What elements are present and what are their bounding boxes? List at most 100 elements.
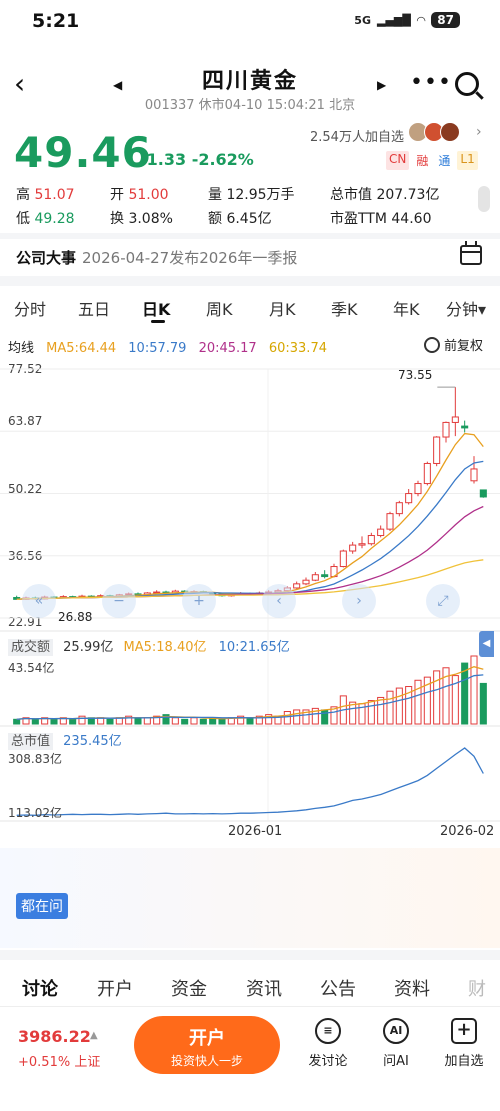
candle-body (339, 550, 347, 568)
tab-news[interactable]: 资讯 (246, 975, 282, 1001)
volume-bar (69, 718, 77, 725)
tab-funds[interactable]: 资金 (171, 975, 207, 1001)
ask-ai-button[interactable]: AI 问AI (366, 1018, 426, 1069)
kline-chart[interactable] (0, 356, 500, 826)
follower-avatars[interactable] (408, 122, 460, 142)
open-account-button[interactable]: 开户 投资快人一步 (134, 1016, 280, 1074)
tab-finance[interactable]: 财务 (468, 975, 500, 1003)
more-icon[interactable]: ••• (410, 70, 452, 95)
tab-monthly[interactable]: 月K (269, 296, 296, 320)
stat-mcap: 总市值 207.73亿 (330, 187, 440, 203)
volume-bar (106, 718, 114, 725)
volume-bar (50, 718, 58, 725)
candle-body (433, 436, 441, 464)
add-favorite-label: 加自选 (444, 1054, 484, 1069)
volume-bar (367, 700, 375, 725)
tab-profile[interactable]: 资料 (394, 975, 430, 1001)
tag-margin: 融 (416, 154, 429, 168)
stat-pe: 市盈TTM 44.60 (330, 211, 432, 227)
tab-daily[interactable]: 日K (142, 296, 170, 320)
status-bar: 5:21 5G ▂▄▆█ ◠ 87 (0, 0, 500, 46)
current-price: 49.46 (14, 128, 152, 177)
zoom-out-icon[interactable]: − (102, 584, 136, 618)
zoom-in-icon[interactable]: + (182, 584, 216, 618)
tab-account[interactable]: 开户 (97, 975, 133, 1001)
volume-bar (190, 717, 198, 725)
adjust-toggle[interactable]: 前复权 (424, 335, 483, 354)
next-stock-icon[interactable]: ▶ (377, 78, 386, 92)
company-event[interactable]: 公司大事 2026-04-27发布2026年一季报 (16, 247, 297, 268)
candle-body (386, 513, 394, 530)
stat-amount: 额 6.45亿 (208, 211, 272, 227)
candle-body (377, 528, 385, 537)
post-button[interactable]: ≡ 发讨论 (298, 1018, 358, 1069)
rewind-icon[interactable]: « (22, 584, 56, 618)
candle-body (414, 483, 422, 495)
volume-bar (377, 696, 385, 725)
candle-body (461, 425, 469, 429)
calendar-icon[interactable] (460, 241, 482, 265)
chevron-right-icon[interactable]: › (476, 124, 482, 140)
volume-bar (181, 718, 189, 725)
ma5-line (16, 432, 484, 601)
volume-header: 成交额 25.99亿 MA5:18.40亿 10:21.65亿 (8, 636, 290, 656)
candle-body (153, 591, 161, 594)
scroll-left-icon[interactable]: ‹ (262, 584, 296, 618)
post-label: 发讨论 (308, 1054, 348, 1069)
candle-body (451, 416, 459, 423)
volume-bar (171, 717, 179, 725)
network-label: 5G (354, 13, 371, 27)
min-price-label: 26.88 (58, 610, 93, 624)
candle-body (405, 493, 413, 504)
stat-low: 低 49.28 (16, 211, 75, 227)
volume-bar (283, 711, 291, 725)
tab-announcements[interactable]: 公告 (320, 975, 356, 1001)
tab-discussion[interactable]: 讨论 (22, 975, 58, 1001)
volume-bar (143, 717, 151, 725)
ask-button[interactable]: 都在问 (16, 893, 68, 919)
ma20-value: 20:45.17 (198, 341, 257, 356)
tab-quarterly[interactable]: 季K (331, 296, 358, 320)
volume-bar (246, 717, 254, 725)
expand-handle[interactable] (478, 186, 490, 212)
candle-body (358, 543, 366, 546)
volume-value: 25.99亿 (63, 640, 114, 655)
event-label: 公司大事 (16, 249, 77, 267)
search-icon[interactable] (455, 72, 479, 96)
candle-body (470, 468, 478, 482)
candle-body (349, 544, 357, 552)
fullscreen-icon[interactable]: ⤢ (426, 584, 460, 618)
ma5-value: MA5:64.44 (46, 341, 117, 356)
divider (0, 276, 500, 286)
tab-yearly[interactable]: 年K (393, 296, 420, 320)
volume-bar (321, 709, 329, 725)
tab-intraday[interactable]: 分时 (14, 296, 46, 320)
volume-bar (218, 718, 226, 725)
mcap-value: 235.45亿 (63, 734, 122, 749)
scroll-right-icon[interactable]: › (342, 584, 376, 618)
max-price-label: 73.55 (398, 368, 433, 382)
mcap-max: 308.83亿 (8, 752, 62, 766)
volume-bar (293, 709, 301, 725)
volume-ma10-line (16, 674, 484, 720)
candle-body (311, 574, 319, 581)
volume-bar (414, 679, 422, 725)
tab-minute[interactable]: 分钟▾ (446, 296, 486, 320)
index-value[interactable]: 3986.22 (18, 1027, 91, 1046)
index-change[interactable]: +0.51% 上证 (18, 1051, 100, 1070)
tag-cn: CN (386, 151, 410, 170)
ask-ai-label: 问AI (383, 1054, 409, 1069)
mcap-min: 113.02亿 (8, 806, 62, 820)
stat-turnover: 换 3.08% (110, 211, 173, 227)
collapse-panel-icon[interactable]: ◀ (479, 631, 494, 657)
stock-tags: CN 融 通 L1 (386, 151, 478, 170)
tab-five-day[interactable]: 五日 (78, 296, 110, 320)
volume-bar (433, 670, 441, 725)
volume-bar (13, 718, 21, 725)
tab-weekly[interactable]: 周K (206, 296, 233, 320)
add-favorite-button[interactable]: + 加自选 (434, 1018, 494, 1069)
date-tick: 2026-01 (228, 824, 283, 839)
tag-level: L1 (457, 151, 478, 170)
candle-body (321, 574, 329, 578)
followers-count[interactable]: 2.54万人加自选 (310, 126, 404, 145)
